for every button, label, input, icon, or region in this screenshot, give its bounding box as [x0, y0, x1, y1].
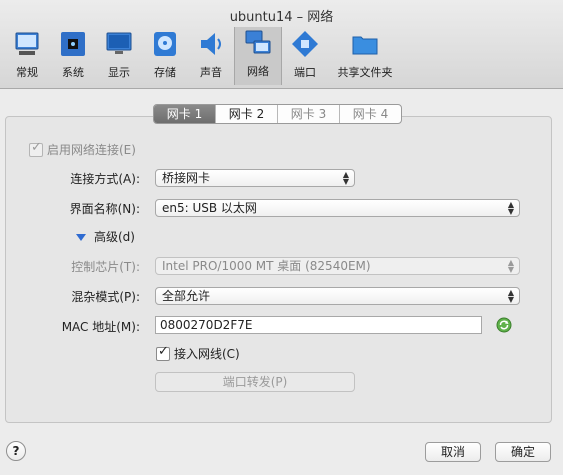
- title-toolbar: ubuntu14 – 网络 常规 系统 显示 存储 声音 网络 端口 共享文件夹: [0, 0, 563, 89]
- toolbar-ports[interactable]: 端口: [282, 28, 328, 84]
- checkmark-icon: ✓: [158, 343, 169, 359]
- promiscuous-mode-value: 全部允许: [162, 289, 211, 303]
- tab-adapter-1[interactable]: 网卡 1: [154, 105, 215, 123]
- toolbar-shared-folders[interactable]: 共享文件夹: [328, 28, 402, 84]
- toolbar-display[interactable]: 显示: [96, 28, 142, 84]
- checkbox-box: ✓: [156, 343, 170, 361]
- toolbar-audio[interactable]: 声音: [188, 28, 234, 84]
- port-icon: [292, 31, 318, 57]
- toolbar-network[interactable]: 网络: [234, 27, 282, 85]
- toolbar-system-label: 系统: [62, 66, 84, 79]
- toolbar-storage-label: 存储: [154, 66, 176, 79]
- toolbar-general[interactable]: 常规: [4, 28, 50, 84]
- folder-icon: [352, 36, 378, 55]
- window-title: ubuntu14 – 网络: [229, 10, 334, 25]
- settings-window: ubuntu14 – 网络 常规 系统 显示 存储 声音 网络 端口 共享文件夹…: [0, 0, 563, 475]
- mac-address-field[interactable]: 0800270D2F7E: [155, 316, 482, 334]
- cable-connected-label: 接入网线(C): [174, 347, 240, 361]
- checkmark-icon: ✓: [31, 139, 42, 155]
- toolbar-network-label: 网络: [247, 65, 269, 78]
- toolbar-shared-folders-label: 共享文件夹: [337, 66, 393, 79]
- cancel-button[interactable]: 取消: [425, 442, 481, 462]
- toolbar-ports-label: 端口: [294, 66, 316, 79]
- promiscuous-mode-label: 混杂模式(P):: [71, 290, 140, 304]
- select-arrows-icon: ▲ ▼: [507, 200, 514, 216]
- network-icon: [245, 30, 271, 54]
- help-button[interactable]: ?: [6, 441, 26, 461]
- attached-to-label: 连接方式(A):: [70, 172, 140, 186]
- interface-name-label: 界面名称(N):: [69, 202, 140, 216]
- port-forwarding-button[interactable]: 端口转发(P): [155, 372, 355, 392]
- advanced-disclosure[interactable]: 高级(d): [76, 228, 135, 245]
- speaker-icon: [201, 33, 221, 55]
- select-arrows-icon: ▲ ▼: [507, 288, 514, 304]
- toolbar-audio-label: 声音: [200, 66, 222, 79]
- chip-icon: [61, 32, 85, 56]
- display-icon: [106, 32, 132, 54]
- settings-toolbar: 常规 系统 显示 存储 声音 网络 端口 共享文件夹: [4, 27, 402, 86]
- promiscuous-mode-select[interactable]: 全部允许 ▲ ▼: [155, 287, 520, 305]
- select-arrows-icon: ▲ ▼: [342, 170, 349, 186]
- ok-button[interactable]: 确定: [495, 442, 551, 462]
- adapter-type-select[interactable]: Intel PRO/1000 MT 桌面 (82540EM) ▲ ▼: [155, 257, 520, 275]
- advanced-label: 高级(d): [94, 230, 135, 244]
- adapter-tabs: 网卡 1 网卡 2 网卡 3 网卡 4: [153, 104, 402, 124]
- toolbar-general-label: 常规: [16, 66, 38, 79]
- adapter-type-label: 控制芯片(T):: [71, 260, 140, 274]
- toolbar-storage[interactable]: 存储: [142, 28, 188, 84]
- disk-icon: [154, 32, 176, 56]
- adapter-type-value: Intel PRO/1000 MT 桌面 (82540EM): [162, 259, 371, 273]
- checkbox-box: ✓: [29, 139, 43, 157]
- attached-to-select[interactable]: 桥接网卡 ▲ ▼: [155, 169, 355, 187]
- mac-address-label: MAC 地址(M):: [61, 320, 140, 334]
- disclosure-triangle-icon: [76, 234, 86, 241]
- tab-adapter-2[interactable]: 网卡 2: [215, 105, 277, 123]
- interface-name-value: en5: USB 以太网: [162, 201, 257, 215]
- interface-name-select[interactable]: en5: USB 以太网 ▲ ▼: [155, 199, 520, 217]
- refresh-mac-icon[interactable]: [496, 317, 512, 333]
- select-arrows-icon: ▲ ▼: [507, 258, 514, 274]
- toolbar-display-label: 显示: [108, 66, 130, 79]
- attached-to-value: 桥接网卡: [162, 171, 211, 185]
- tab-adapter-4[interactable]: 网卡 4: [339, 105, 401, 123]
- enable-network-checkbox[interactable]: ✓ 启用网络连接(E): [29, 139, 136, 158]
- general-monitor-icon: [15, 32, 39, 55]
- tab-adapter-3[interactable]: 网卡 3: [277, 105, 339, 123]
- toolbar-system[interactable]: 系统: [50, 28, 96, 84]
- enable-network-label: 启用网络连接(E): [47, 143, 136, 157]
- cable-connected-checkbox[interactable]: ✓ 接入网线(C): [156, 343, 240, 362]
